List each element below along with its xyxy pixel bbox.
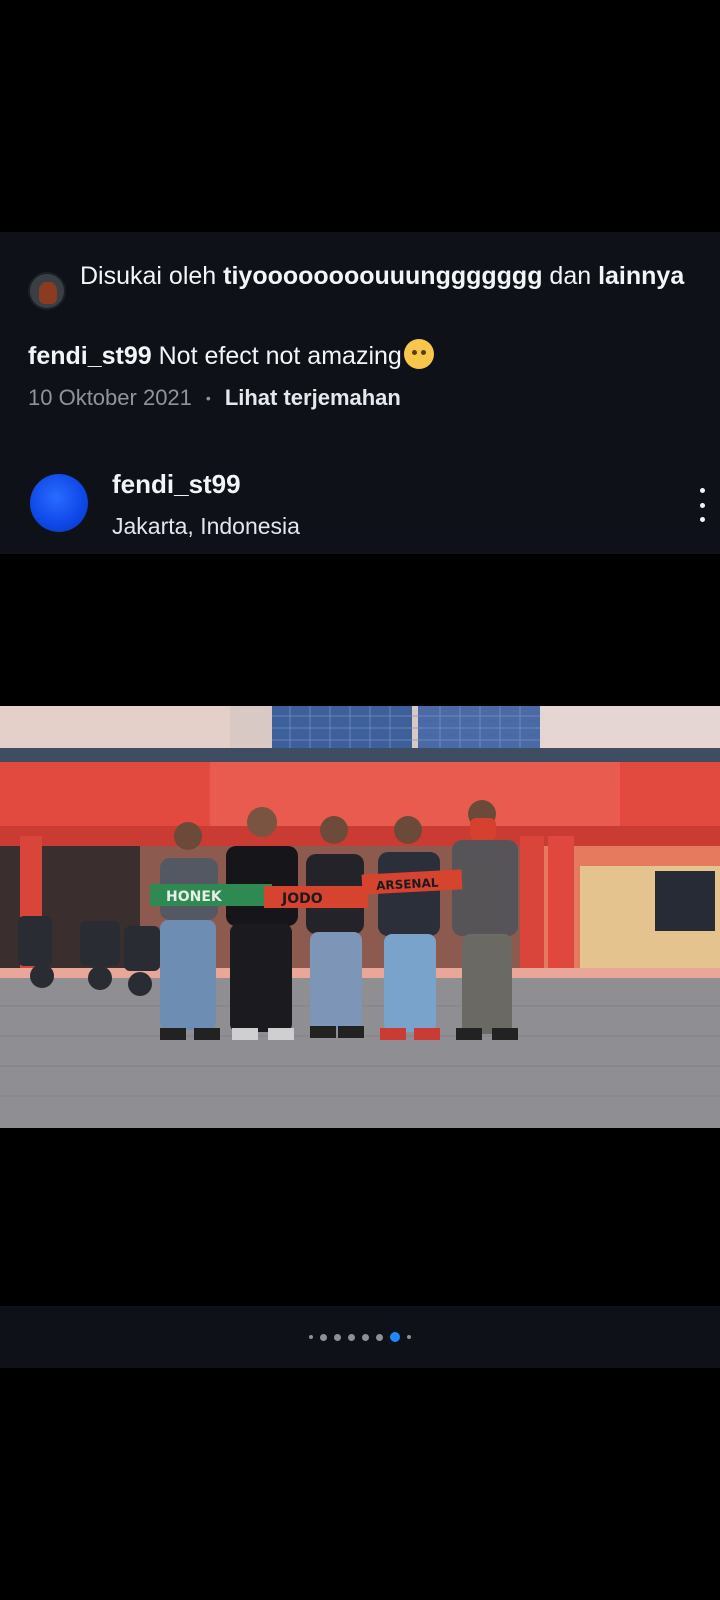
carousel-dot [348,1333,355,1341]
liker-username[interactable]: tiyoooooooouuunggggggg [223,262,542,290]
post-header [0,454,720,554]
post-photo[interactable]: HONEK JODO ARSENAL [0,706,720,1128]
scarf-text: HONEK [166,889,223,905]
carousel-indicator [0,1306,720,1368]
screen: Disukai oleh tiyoooooooouuunggggggg dan … [0,0,720,1600]
meta-separator: • [205,390,211,406]
caption-username[interactable]: fendi_st99 [28,342,152,370]
more-dot [699,488,705,493]
carousel-dot [309,1335,313,1339]
caption-body: Not efect not amazing [151,342,402,370]
more-dot [699,502,705,508]
scarf-text: JODO [281,891,323,907]
post-meta: 10 Oktober 2021 • Lihat terjemahan [28,384,401,412]
group-photo-image: HONEK JODO ARSENAL [0,706,720,1128]
more-dot [699,517,705,522]
more-vertical-icon[interactable] [694,488,710,522]
carousel-dot [407,1335,411,1339]
carousel-dot-active [390,1332,400,1342]
carousel-dot [362,1333,369,1341]
carousel-dot [376,1333,383,1341]
carousel-dot [334,1333,341,1341]
woozy-face-emoji-icon [403,339,434,369]
caption-text: fendi_st99 Not efect not amazing [28,338,698,374]
author-username[interactable]: fendi_st99 [112,468,241,500]
likes-prefix: Disukai oleh [80,262,224,290]
post-location[interactable]: Jakarta, Indonesia [112,511,300,541]
likes-others[interactable]: lainnya [598,262,684,290]
liker-avatar[interactable] [28,272,66,310]
likes-middle: dan [542,262,599,290]
carousel-dot [320,1333,327,1341]
post-date: 10 Oktober 2021 [28,385,192,410]
see-translation-link[interactable]: Lihat terjemahan [225,384,401,412]
likes-summary[interactable]: Disukai oleh tiyoooooooouuunggggggg dan … [80,258,700,294]
author-avatar[interactable] [30,474,88,532]
